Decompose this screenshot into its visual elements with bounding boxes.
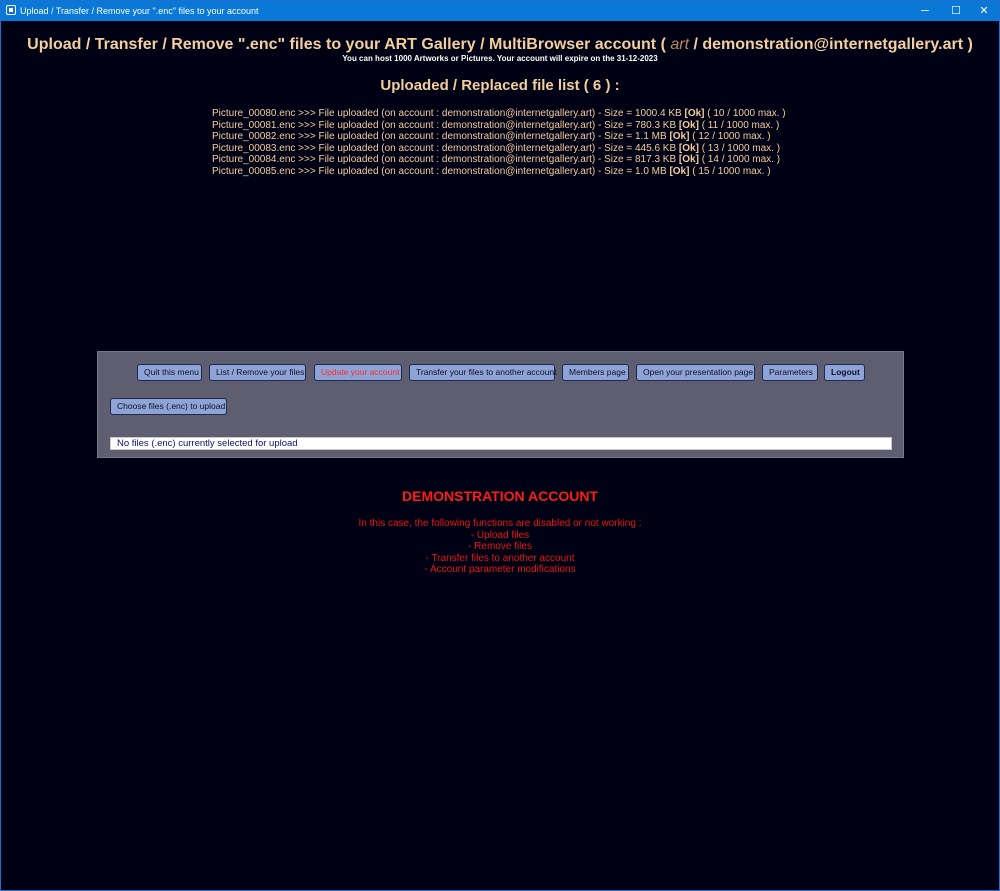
demo-note-intro: In this case, the following functions ar…: [358, 518, 642, 529]
demo-note-item: - Transfer files to another account: [425, 552, 575, 564]
update-account-button[interactable]: Update your account: [314, 364, 402, 381]
file-entry-text: Picture_00081.enc >>> File uploaded (on …: [212, 119, 679, 131]
list-item: Picture_00082.enc >>> File uploaded (on …: [212, 131, 786, 143]
demo-notes: In this case, the following functions ar…: [1, 518, 999, 576]
account-subtitle: You can host 1000 Artworks or Pictures. …: [342, 54, 658, 63]
upload-status-field: No files (.enc) currently selected for u…: [110, 437, 892, 450]
demo-account-title: DEMONSTRATION ACCOUNT: [402, 488, 598, 504]
minimize-icon[interactable]: ─: [910, 1, 940, 21]
file-entry-text: Picture_00084.enc >>> File uploaded (on …: [212, 154, 679, 165]
demo-note-item: - Upload files: [470, 529, 530, 541]
file-list: Picture_00080.enc >>> File uploaded (on …: [212, 108, 786, 177]
control-panel: Quit this menu List / Remove your files …: [97, 351, 904, 458]
status-ok: [Ok]: [684, 108, 705, 119]
app-icon: [6, 5, 16, 15]
file-entry-count: ( 10 / 1000 max. ): [704, 108, 786, 119]
file-entry-count: ( 11 / 1000 max. ): [698, 119, 780, 131]
file-entry-text: Picture_00082.enc >>> File uploaded (on …: [212, 131, 670, 142]
page-title: Upload / Transfer / Remove ".enc" files …: [1, 36, 999, 54]
list-item: Picture_00080.enc >>> File uploaded (on …: [212, 108, 786, 120]
logout-button[interactable]: Logout: [824, 364, 865, 381]
demo-note-item: - Remove files: [468, 541, 532, 552]
members-page-button[interactable]: Members page: [562, 364, 629, 381]
page-title-suffix: / demonstration@internetgallery.art ): [689, 36, 973, 53]
status-ok: [Ok]: [669, 131, 690, 142]
demo-note-item: - Account parameter modifications: [424, 564, 576, 575]
file-entry-text: Picture_00080.enc >>> File uploaded (on …: [212, 108, 685, 119]
list-item: Picture_00083.enc >>> File uploaded (on …: [212, 143, 786, 155]
parameters-button[interactable]: Parameters: [762, 364, 818, 381]
file-list-title: Uploaded / Replaced file list ( 6 ) :: [380, 77, 620, 94]
presentation-page-button[interactable]: Open your presentation page: [636, 364, 755, 381]
title-bar[interactable]: Upload / Transfer / Remove your ".enc" f…: [1, 1, 999, 21]
list-item: Picture_00085.enc >>> File uploaded (on …: [212, 166, 786, 178]
list-item: Picture_00081.enc >>> File uploaded (on …: [212, 120, 786, 132]
transfer-files-button[interactable]: Transfer your files to another account: [409, 364, 556, 381]
account-name: art: [670, 36, 690, 53]
file-entry-count: ( 13 / 1000 max. ): [698, 142, 781, 154]
file-entry-text: Picture_00085.enc >>> File uploaded (on …: [212, 165, 670, 177]
list-item: Picture_00084.enc >>> File uploaded (on …: [212, 154, 786, 166]
file-entry-count: ( 14 / 1000 max. ): [698, 154, 781, 165]
quit-menu-button[interactable]: Quit this menu: [137, 364, 202, 381]
file-entry-count: ( 12 / 1000 max. ): [689, 131, 771, 142]
file-entry-text: Picture_00083.enc >>> File uploaded (on …: [212, 142, 679, 154]
window-title: Upload / Transfer / Remove your ".enc" f…: [20, 6, 259, 16]
list-remove-files-button[interactable]: List / Remove your files: [209, 364, 306, 381]
status-ok: [Ok]: [678, 142, 699, 154]
choose-files-button[interactable]: Choose files (.enc) to upload: [110, 398, 227, 415]
page-title-prefix: Upload / Transfer / Remove ".enc" files …: [27, 36, 671, 53]
status-ok: [Ok]: [678, 119, 699, 131]
close-icon[interactable]: ✕: [969, 1, 999, 21]
file-entry-count: ( 15 / 1000 max. ): [689, 165, 771, 177]
app-window: Upload / Transfer / Remove your ".enc" f…: [0, 0, 1000, 891]
status-ok: [Ok]: [669, 165, 690, 177]
maximize-icon[interactable]: ☐: [941, 1, 971, 21]
status-ok: [Ok]: [678, 154, 699, 165]
